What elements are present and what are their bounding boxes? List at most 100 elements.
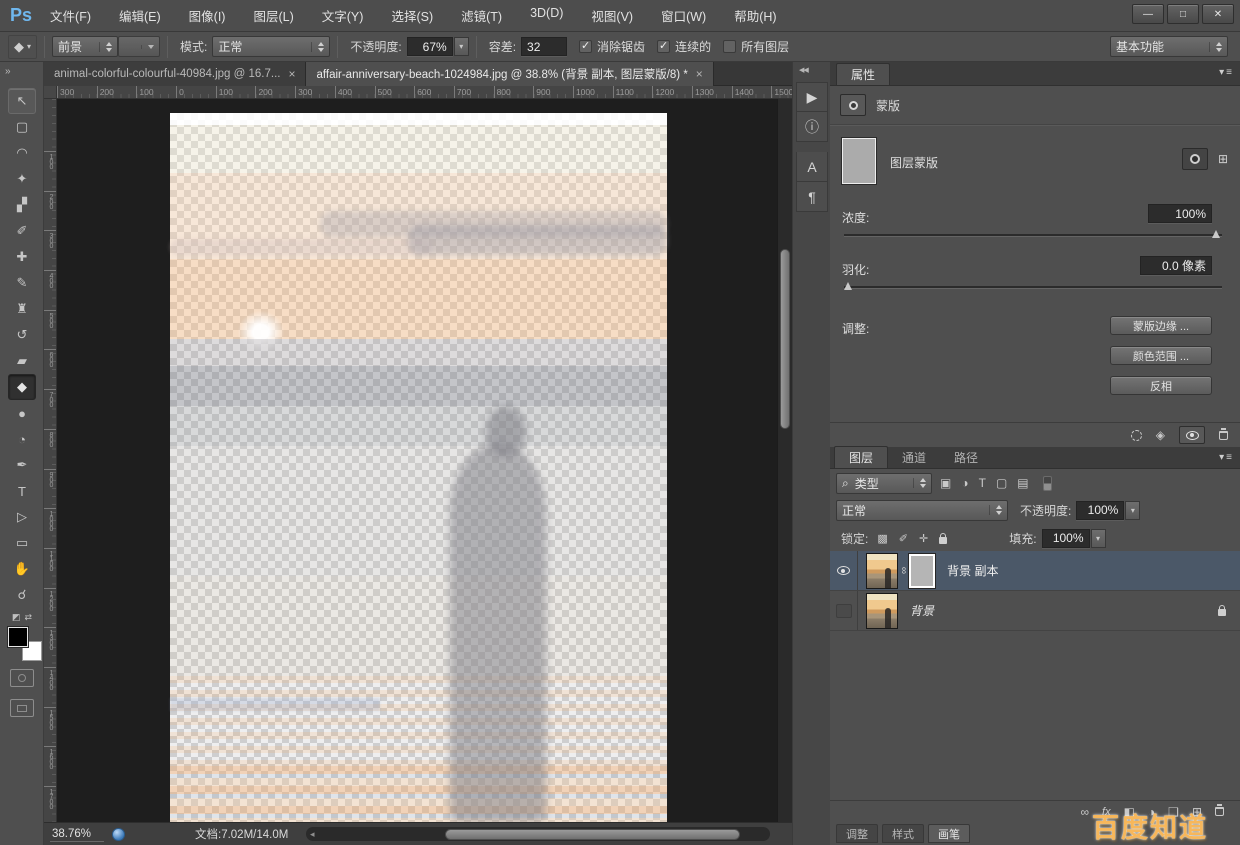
tab-channels[interactable]: 通道 (888, 446, 940, 468)
layer-row-background-copy[interactable]: ∞ 背景 副本 (830, 551, 1240, 591)
vertical-scrollbar[interactable] (777, 99, 792, 822)
minimize-button[interactable]: — (1132, 4, 1164, 24)
path-selection-tool[interactable]: ▷ (8, 504, 36, 530)
delete-mask-icon[interactable] (1219, 431, 1228, 440)
lock-transparency-icon[interactable]: ▩ (877, 532, 887, 545)
checkbox-checked-icon[interactable]: ✓ (657, 40, 670, 53)
character-panel-button[interactable]: A (796, 152, 828, 182)
filter-pixel-layers-icon[interactable]: ▣ (940, 476, 951, 490)
swap-colors-icon[interactable]: ⇄ (24, 612, 32, 623)
document-canvas[interactable] (170, 113, 667, 822)
brush-tool[interactable]: ✎ (8, 270, 36, 296)
layer-mask-thumbnail[interactable] (909, 554, 935, 588)
menu-item[interactable]: 视图(V) (591, 6, 633, 25)
layer-thumbnail[interactable] (866, 553, 898, 589)
fill-input[interactable]: 100% (1042, 529, 1090, 548)
crop-tool[interactable]: ▞ (8, 192, 36, 218)
hand-tool[interactable]: ✋ (8, 556, 36, 582)
mode-select[interactable]: 正常 (212, 36, 330, 57)
maximize-button[interactable]: □ (1167, 4, 1199, 24)
vertical-ruler[interactable]: 1002003004005006007008009001000110012001… (44, 99, 57, 822)
layer-name[interactable]: 背景 (910, 602, 934, 619)
opacity-dropdown-button[interactable]: ▾ (454, 37, 469, 56)
apply-mask-icon[interactable]: ◈ (1156, 428, 1165, 442)
fill-source-select[interactable]: 前景 (52, 36, 118, 57)
filter-toggle-switch[interactable] (1043, 476, 1052, 491)
document-tab-inactive[interactable]: animal-colorful-colourful-40984.jpg @ 16… (44, 62, 306, 86)
feather-input[interactable]: 0.0 像素 (1140, 256, 1212, 275)
history-brush-tool[interactable]: ↺ (8, 322, 36, 348)
close-icon[interactable]: × (288, 67, 295, 81)
clone-stamp-tool[interactable]: ♜ (8, 296, 36, 322)
lock-pixels-icon[interactable]: ✐ (899, 532, 908, 545)
quick-mask-button[interactable] (10, 669, 34, 687)
scroll-left-icon[interactable]: ◂ (310, 829, 315, 840)
blend-mode-select[interactable]: 正常 (836, 500, 1008, 521)
actions-panel-button[interactable]: ▶ (796, 82, 828, 112)
horizontal-ruler[interactable]: 3002001000100200300400500600700800900100… (57, 86, 792, 99)
contiguous-option[interactable]: ✓ 连续的 (657, 38, 711, 55)
menu-item[interactable]: 编辑(E) (119, 6, 161, 25)
vector-mask-icon[interactable]: ⊞ (1218, 152, 1228, 166)
blur-tool[interactable]: ● (8, 400, 36, 426)
feather-slider[interactable] (844, 282, 1222, 292)
dock-collapse-icon[interactable]: ◀◀ (799, 66, 808, 74)
menu-item[interactable]: 帮助(H) (734, 6, 776, 25)
marquee-tool[interactable]: ▢ (8, 114, 36, 140)
pixel-mask-icon[interactable] (1182, 148, 1208, 170)
zoom-level-field[interactable]: 38.76% (50, 826, 104, 842)
horizontal-scrollbar-thumb[interactable] (445, 829, 740, 840)
lasso-tool[interactable]: ◠ (8, 140, 36, 166)
zoom-tool[interactable]: ☌ (8, 582, 36, 608)
horizontal-scrollbar[interactable]: ◂ (306, 827, 770, 841)
paragraph-panel-button[interactable]: ¶ (796, 182, 828, 212)
mask-visibility-button[interactable] (1179, 426, 1205, 444)
filter-type-layers-icon[interactable]: T (979, 476, 986, 490)
close-icon[interactable]: × (696, 67, 703, 81)
filter-smart-object-icon[interactable]: ▤ (1017, 476, 1028, 490)
pattern-picker[interactable] (118, 36, 160, 57)
menu-item[interactable]: 文字(Y) (322, 6, 364, 25)
visibility-cell[interactable] (830, 591, 858, 630)
fill-dropdown-button[interactable]: ▾ (1091, 529, 1106, 548)
info-panel-button[interactable]: ⓘ (796, 112, 828, 142)
opacity-dropdown-button[interactable]: ▾ (1125, 501, 1140, 520)
filter-adjustment-layers-icon[interactable]: ◑ (961, 476, 968, 490)
document-tab-active[interactable]: affair-anniversary-beach-1024984.jpg @ 3… (306, 62, 713, 86)
filter-shape-layers-icon[interactable]: ▢ (996, 476, 1007, 490)
lock-position-icon[interactable]: ✛ (919, 532, 928, 545)
spot-healing-tool[interactable]: ✚ (8, 244, 36, 270)
density-input[interactable]: 100% (1148, 204, 1212, 223)
default-colors-icon[interactable]: ◩ (12, 612, 21, 623)
checkbox-unchecked-icon[interactable] (723, 40, 736, 53)
link-layers-icon[interactable]: ∞ (1080, 805, 1089, 819)
dodge-tool[interactable]: ◔ (8, 426, 36, 452)
color-range-button[interactable]: 颜色范围 ... (1110, 346, 1212, 365)
menu-item[interactable]: 文件(F) (50, 6, 91, 25)
all-layers-option[interactable]: 所有图层 (723, 38, 789, 55)
mask-edge-button[interactable]: 蒙版边缘 ... (1110, 316, 1212, 335)
menu-item[interactable]: 窗口(W) (661, 6, 706, 25)
current-tool-chip[interactable]: ◆ ▾ (8, 35, 37, 59)
shape-tool[interactable]: ▭ (8, 530, 36, 556)
foreground-color-swatch[interactable] (8, 627, 28, 647)
paint-bucket-tool[interactable]: ◆ (8, 374, 36, 400)
toolbox-collapse-icon[interactable]: » (5, 66, 11, 77)
layer-opacity-input[interactable]: 100% (1076, 501, 1124, 520)
menu-item[interactable]: 选择(S) (391, 6, 433, 25)
filter-type-select[interactable]: ⌕ 类型 (836, 473, 932, 494)
menu-item[interactable]: 图像(I) (189, 6, 226, 25)
opacity-input[interactable]: 67% (407, 37, 453, 56)
density-slider-thumb[interactable] (1212, 230, 1220, 238)
tab-layers[interactable]: 图层 (834, 446, 888, 468)
tab-styles[interactable]: 样式 (882, 824, 924, 843)
eyedropper-tool[interactable]: ✐ (8, 218, 36, 244)
vertical-scrollbar-thumb[interactable] (780, 249, 790, 429)
antialias-option[interactable]: ✓ 消除锯齿 (579, 38, 645, 55)
lock-all-icon[interactable] (939, 537, 947, 544)
menu-item[interactable]: 3D(D) (530, 6, 563, 25)
workspace-select[interactable]: 基本功能 (1110, 36, 1228, 57)
quick-selection-tool[interactable]: ✦ (8, 166, 36, 192)
load-selection-icon[interactable] (1131, 430, 1142, 441)
pen-tool[interactable]: ✒ (8, 452, 36, 478)
